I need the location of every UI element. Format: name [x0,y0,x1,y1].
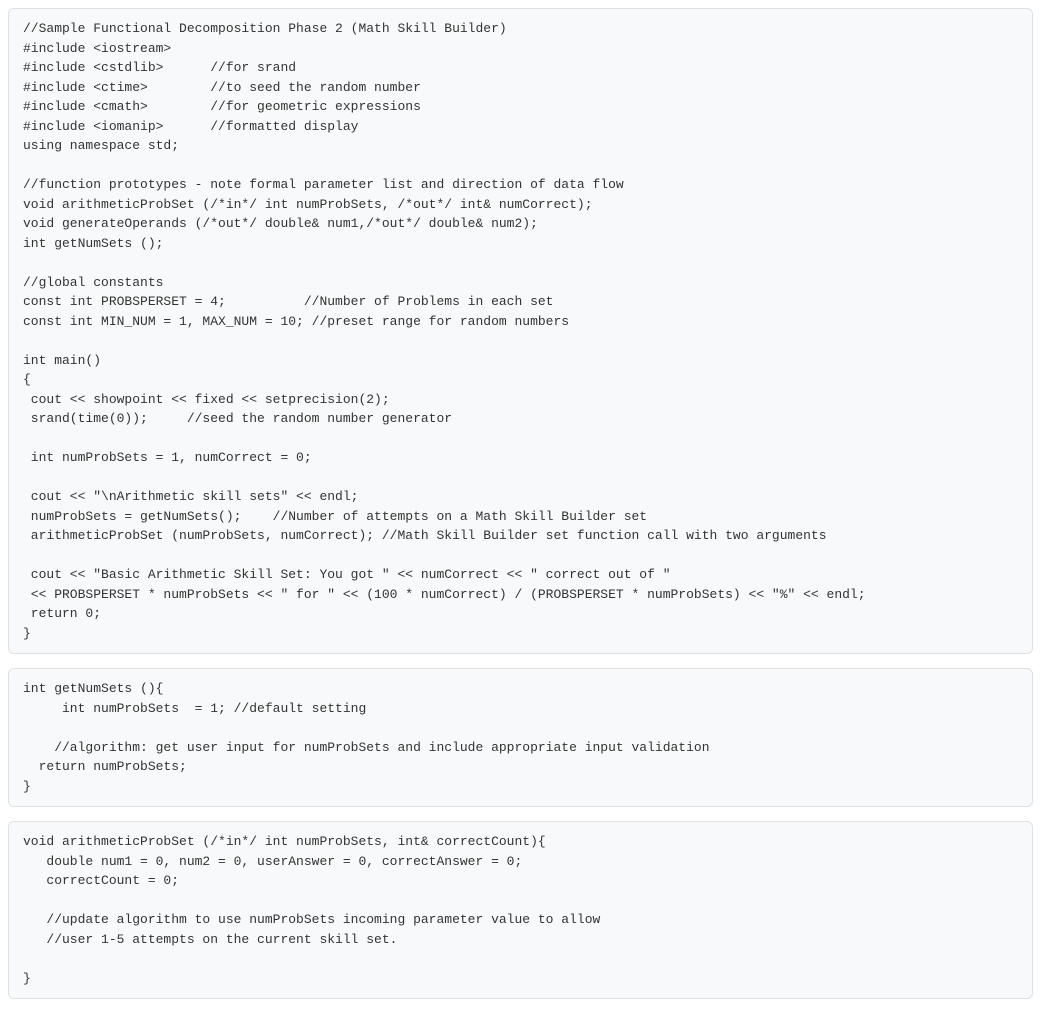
code-block-2: int getNumSets (){ int numProbSets = 1; … [8,668,1033,807]
code-block-3: void arithmeticProbSet (/*in*/ int numPr… [8,821,1033,999]
code-block-1: //Sample Functional Decomposition Phase … [8,8,1033,654]
